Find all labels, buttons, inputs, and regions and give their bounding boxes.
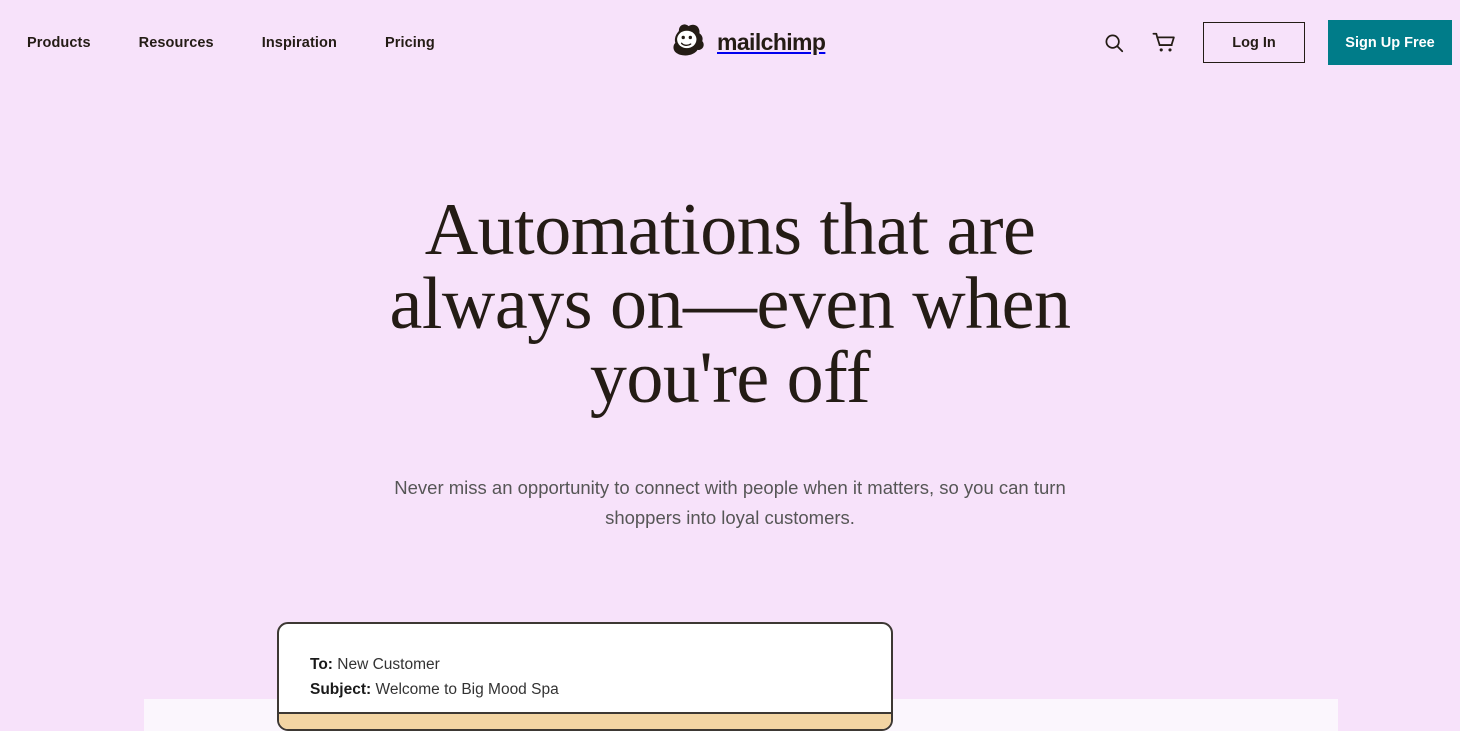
login-button[interactable]: Log In: [1203, 22, 1305, 63]
email-subject-label: Subject:: [310, 681, 372, 698]
primary-navigation: Products Resources Inspiration Pricing: [27, 35, 435, 51]
signup-free-button[interactable]: Sign Up Free: [1328, 20, 1452, 65]
email-preview-header: To: New Customer Subject: Welcome to Big…: [279, 624, 891, 714]
header-actions: Log In Sign Up Free: [1097, 0, 1452, 85]
email-preview-card: To: New Customer Subject: Welcome to Big…: [277, 622, 893, 731]
mailchimp-freddie-icon: [669, 22, 711, 62]
logo-wordmark: mailchimp: [717, 28, 826, 55]
email-preview-banner: [279, 714, 891, 729]
hero-section: Automations that are always on—even when…: [0, 85, 1460, 533]
hero-subtitle: Never miss an opportunity to connect wit…: [394, 477, 1066, 528]
shopping-cart-icon[interactable]: [1147, 26, 1181, 60]
email-to-row: To: New Customer: [310, 652, 891, 677]
nav-item-pricing[interactable]: Pricing: [385, 35, 435, 51]
mailchimp-logo[interactable]: mailchimp: [669, 22, 826, 62]
email-to-value: New Customer: [337, 656, 440, 673]
site-header: Products Resources Inspiration Pricing m…: [0, 0, 1460, 85]
email-subject-value: Welcome to Big Mood Spa: [375, 681, 559, 698]
search-icon[interactable]: [1097, 26, 1131, 60]
page-title: Automations that are always on—even when…: [389, 189, 1071, 419]
nav-item-resources[interactable]: Resources: [139, 35, 214, 51]
email-to-label: To:: [310, 656, 333, 673]
email-subject-row: Subject: Welcome to Big Mood Spa: [310, 677, 891, 702]
nav-item-products[interactable]: Products: [27, 35, 91, 51]
nav-item-inspiration[interactable]: Inspiration: [262, 35, 337, 51]
